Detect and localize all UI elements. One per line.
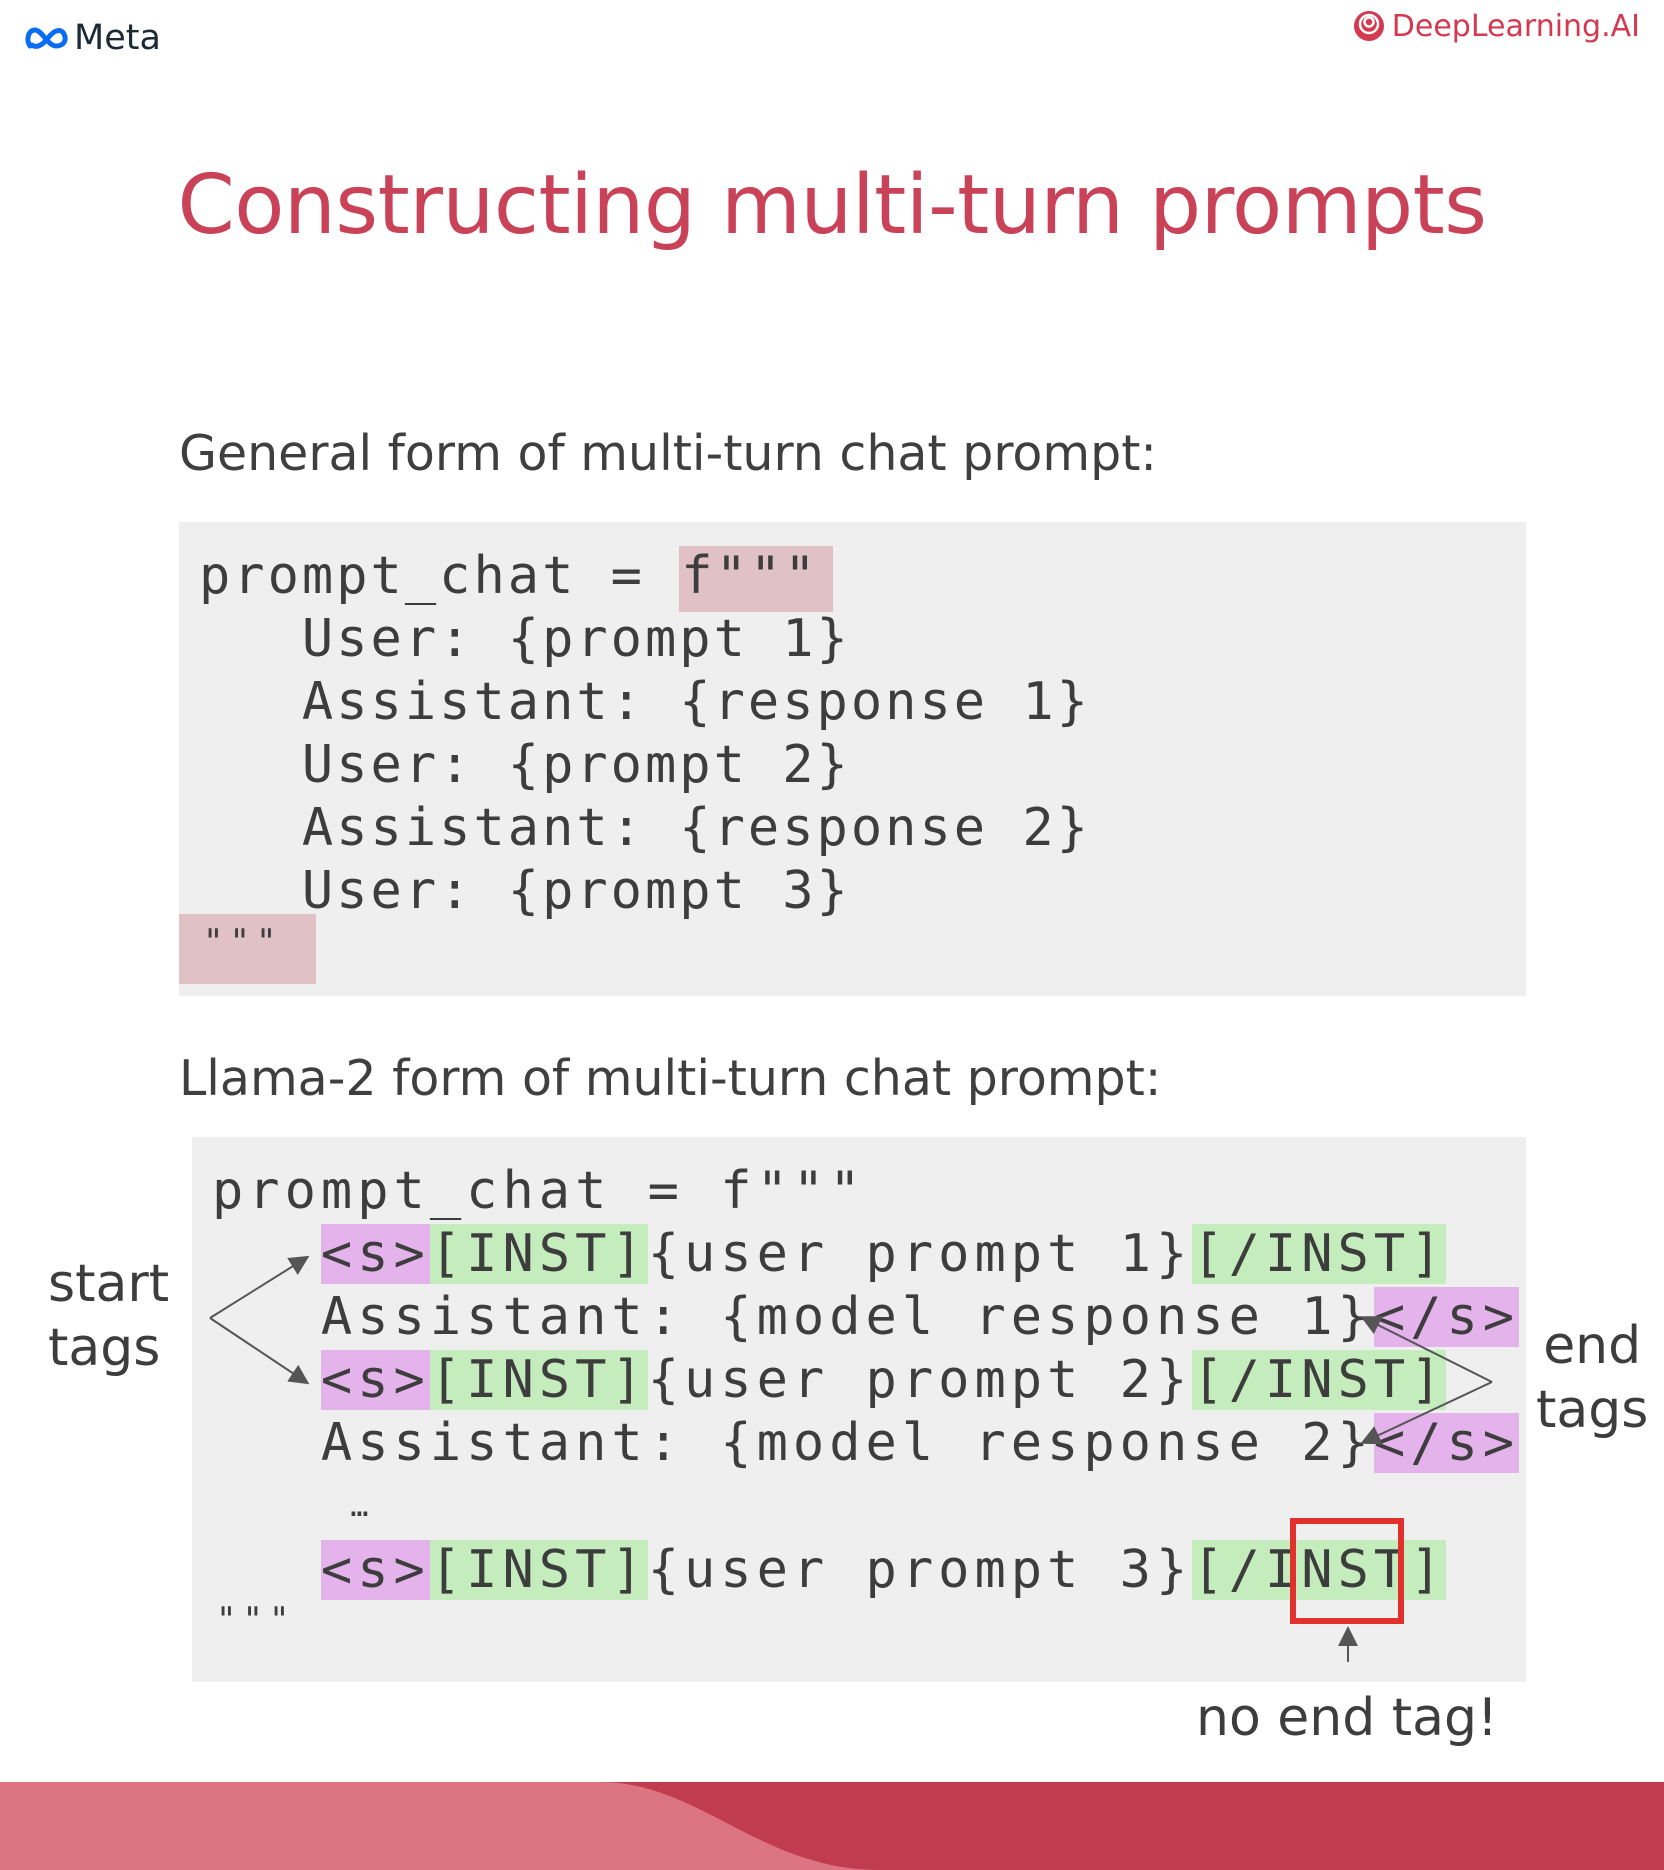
start-arrow-2: [209, 1317, 310, 1385]
annotation-arrows: [209, 1255, 1493, 1662]
bottom-band: [0, 1782, 1664, 1870]
start-arrow-1: [209, 1255, 310, 1319]
end-arrow-1: [1360, 1316, 1493, 1383]
end-arrow-2: [1360, 1381, 1493, 1445]
